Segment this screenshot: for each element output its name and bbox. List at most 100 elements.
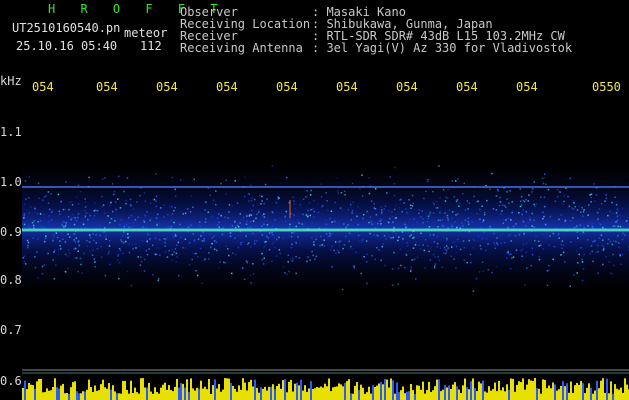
noise-speck <box>485 238 488 240</box>
noise-speck <box>173 221 175 224</box>
noise-speck <box>140 256 142 258</box>
activity-bar <box>410 384 412 400</box>
noise-speck <box>256 213 258 215</box>
noise-speck <box>307 209 309 212</box>
activity-bar <box>164 382 166 400</box>
noise-speck <box>284 217 286 219</box>
noise-speck <box>297 219 299 221</box>
noise-speck <box>34 266 37 269</box>
noise-speck <box>294 207 296 210</box>
activity-bar <box>406 391 408 400</box>
noise-speck <box>57 236 59 239</box>
noise-speck <box>157 279 159 282</box>
noise-speck <box>285 176 288 179</box>
noise-speck <box>445 252 447 255</box>
noise-speck <box>436 235 439 238</box>
noise-speck <box>592 260 594 263</box>
activity-bar <box>454 382 456 400</box>
noise-speck <box>227 248 229 250</box>
noise-speck <box>213 235 215 238</box>
noise-speck <box>176 256 178 258</box>
noise-speck <box>432 253 435 256</box>
noise-speck <box>511 257 513 259</box>
noise-speck <box>441 218 444 221</box>
noise-speck <box>619 254 622 257</box>
activity-bar <box>534 378 536 400</box>
noise-speck <box>595 251 598 254</box>
noise-speck <box>311 250 313 253</box>
noise-speck <box>320 183 323 185</box>
noise-speck <box>169 205 171 208</box>
noise-speck <box>484 211 486 214</box>
noise-speck <box>519 188 522 190</box>
noise-speck <box>213 248 216 250</box>
noise-speck <box>325 192 327 194</box>
noise-speck <box>500 213 502 215</box>
activity-bar <box>94 385 96 400</box>
noise-speck <box>193 240 196 242</box>
noise-speck <box>561 240 564 242</box>
noise-speck <box>348 232 351 235</box>
activity-bar <box>324 383 326 400</box>
noise-speck <box>620 263 622 265</box>
noise-speck <box>345 226 347 229</box>
noise-speck <box>246 220 248 222</box>
noise-speck <box>53 251 55 253</box>
noise-speck <box>284 272 286 274</box>
noise-speck <box>397 267 400 270</box>
noise-speck <box>37 221 39 223</box>
activity-bar <box>544 380 546 400</box>
noise-speck <box>250 209 253 212</box>
noise-speck <box>412 247 415 249</box>
noise-speck <box>38 197 41 200</box>
noise-speck <box>159 231 161 233</box>
noise-speck <box>313 210 316 213</box>
noise-speck <box>462 193 464 195</box>
noise-speck <box>132 221 135 224</box>
noise-speck <box>393 251 395 254</box>
y-tick-label: 1.0 <box>0 175 22 189</box>
noise-speck <box>458 202 461 205</box>
noise-speck <box>123 190 125 193</box>
noise-speck <box>244 176 246 178</box>
noise-speck <box>234 180 236 182</box>
noise-speck <box>621 238 624 241</box>
activity-bar <box>598 388 600 400</box>
noise-band <box>22 158 629 298</box>
noise-speck <box>522 220 525 223</box>
noise-speck <box>351 210 354 212</box>
activity-bar <box>296 382 298 400</box>
noise-speck <box>535 235 537 238</box>
noise-speck <box>316 203 319 205</box>
activity-bar <box>100 384 102 400</box>
activity-bar <box>334 386 336 400</box>
activity-bar <box>418 385 420 400</box>
noise-speck <box>291 246 293 249</box>
activity-bar <box>398 392 400 400</box>
noise-speck <box>215 203 217 206</box>
noise-speck <box>613 264 615 267</box>
noise-speck <box>203 240 205 242</box>
noise-speck <box>37 277 39 279</box>
noise-speck <box>289 247 292 249</box>
noise-speck <box>216 249 218 252</box>
noise-speck <box>271 243 274 245</box>
noise-speck <box>457 177 459 180</box>
noise-speck <box>400 211 403 213</box>
activity-bar <box>550 388 552 400</box>
noise-speck <box>103 212 106 214</box>
noise-speck <box>65 181 67 183</box>
noise-speck <box>495 265 498 268</box>
noise-speck <box>114 220 116 222</box>
noise-speck <box>506 257 508 259</box>
noise-speck <box>541 177 544 180</box>
noise-speck <box>573 226 576 229</box>
noise-speck <box>24 263 27 265</box>
noise-speck <box>614 196 616 198</box>
noise-speck <box>583 253 585 256</box>
noise-speck <box>307 256 309 258</box>
noise-speck <box>491 172 493 175</box>
noise-speck <box>145 226 147 229</box>
noise-speck <box>60 200 62 203</box>
noise-speck <box>110 217 113 220</box>
